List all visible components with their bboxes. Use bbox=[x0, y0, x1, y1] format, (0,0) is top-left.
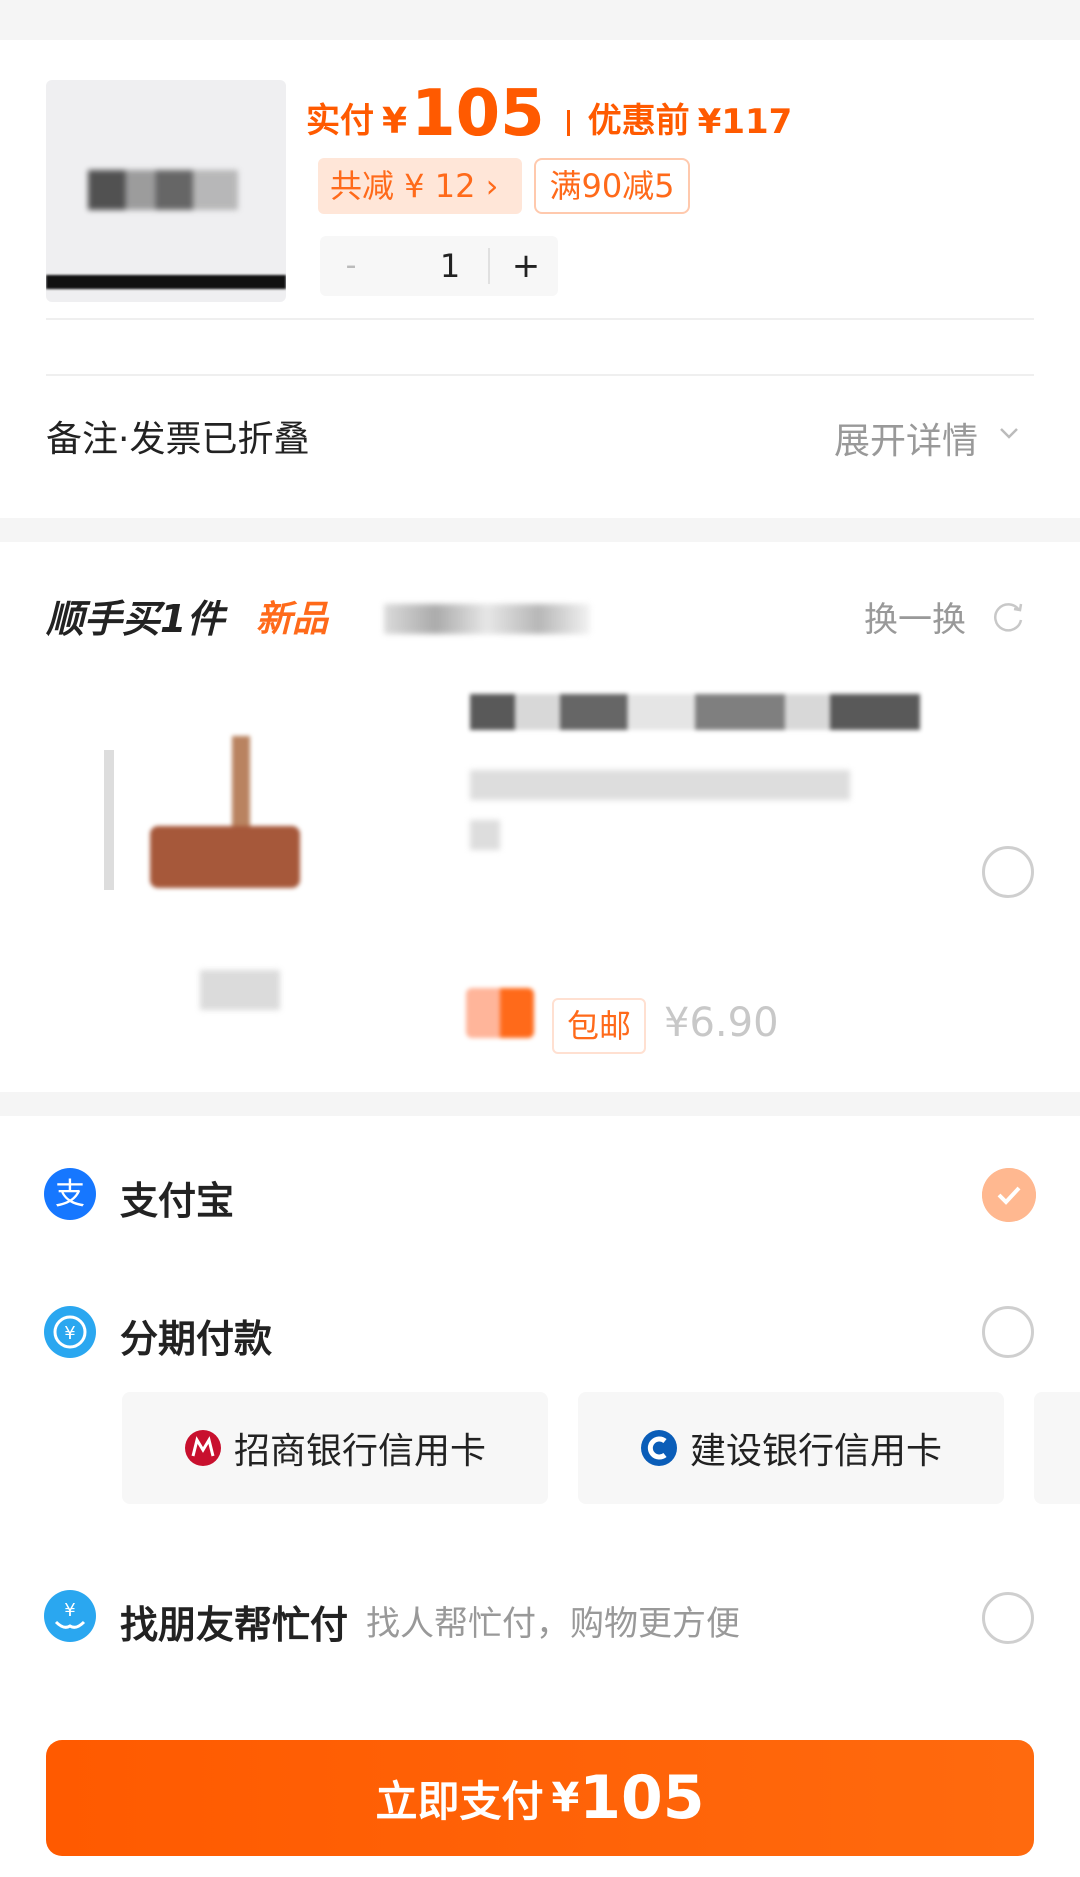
bank-option-more[interactable] bbox=[1034, 1392, 1080, 1504]
quantity-divider bbox=[488, 248, 490, 284]
svg-text:¥: ¥ bbox=[64, 1600, 75, 1621]
product-thumbnail[interactable] bbox=[46, 80, 286, 302]
item-subtitle-blur bbox=[470, 820, 500, 850]
item-select-radio[interactable] bbox=[982, 846, 1034, 898]
section-gap bbox=[0, 1092, 1080, 1116]
bank-option-cmb[interactable]: 招商银行信用卡 bbox=[122, 1392, 548, 1504]
svg-text:支: 支 bbox=[55, 1177, 85, 1212]
bank-label: 建设银行信用卡 bbox=[689, 1431, 942, 1472]
svg-text:¥: ¥ bbox=[64, 1323, 75, 1344]
friend-pay-label[interactable]: 找朋友帮忙付 bbox=[120, 1594, 348, 1649]
pre-discount-label: 优惠前 bbox=[587, 101, 690, 141]
check-icon[interactable] bbox=[982, 1168, 1036, 1222]
item-price: ¥6.90 bbox=[664, 1000, 779, 1046]
pay-button-label: 立即支付 bbox=[375, 1776, 544, 1826]
full-reduction-tag: 满90减5 bbox=[534, 158, 690, 214]
alipay-icon: 支 bbox=[44, 1168, 96, 1220]
quantity-value: 1 bbox=[439, 247, 461, 285]
pay-button-currency: ¥ bbox=[551, 1775, 580, 1821]
installment-icon: ¥ bbox=[44, 1306, 96, 1358]
bank-label: 招商银行信用卡 bbox=[233, 1431, 486, 1472]
cmb-logo-icon bbox=[184, 1430, 221, 1466]
top-strip bbox=[0, 0, 1080, 40]
note-invoice-label: 备注·发票已折叠 bbox=[46, 419, 310, 460]
bank-option-ccb[interactable]: 建设银行信用卡 bbox=[578, 1392, 1004, 1504]
installment-radio[interactable] bbox=[982, 1306, 1034, 1358]
free-shipping-badge: 包邮 bbox=[552, 998, 646, 1054]
quantity-minus-button[interactable]: - bbox=[336, 251, 366, 282]
image-blur bbox=[150, 826, 300, 888]
quantity-stepper: - 1 + bbox=[320, 236, 558, 296]
pay-now-button[interactable]: 立即支付 ¥ 105 bbox=[46, 1740, 1034, 1856]
new-tag: 新品 bbox=[256, 599, 329, 640]
installment-label[interactable]: 分期付款 bbox=[120, 1308, 272, 1363]
actual-pay-currency: ¥ bbox=[382, 101, 408, 142]
price-line: 实付 ¥ 105 优惠前 ¥117 bbox=[306, 70, 792, 150]
ccb-logo-icon bbox=[640, 1430, 677, 1466]
alipay-label[interactable]: 支付宝 bbox=[120, 1170, 234, 1225]
discount-tag[interactable]: 共减 ¥ 12 › bbox=[318, 158, 522, 214]
item-title-blur[interactable] bbox=[470, 694, 920, 730]
swap-button[interactable]: 换一换 bbox=[864, 592, 966, 641]
friend-pay-icon: ¥ bbox=[44, 1590, 96, 1642]
shop-logo bbox=[466, 988, 534, 1038]
actual-pay-amount: 105 bbox=[411, 77, 545, 151]
friend-pay-desc: 找人帮忙付，购物更方便 bbox=[366, 1604, 740, 1644]
image-blur bbox=[104, 750, 114, 890]
expand-details-link[interactable]: 展开详情 bbox=[834, 412, 978, 464]
buy-more-subtitle-blur bbox=[384, 604, 590, 634]
actual-pay-label: 实付 bbox=[306, 101, 374, 141]
item-subtitle-blur bbox=[470, 770, 850, 800]
refresh-icon[interactable] bbox=[988, 596, 1028, 636]
divider bbox=[46, 318, 1034, 320]
section-gap bbox=[0, 518, 1080, 542]
chevron-down-icon[interactable] bbox=[996, 420, 1022, 446]
buy-more-title: 顺手买1件 bbox=[46, 597, 225, 641]
pay-button-amount: 105 bbox=[579, 1763, 705, 1833]
friend-pay-radio[interactable] bbox=[982, 1592, 1034, 1644]
pre-discount-amount: ¥117 bbox=[697, 102, 793, 142]
quantity-plus-button[interactable]: + bbox=[494, 236, 558, 296]
divider bbox=[46, 374, 1034, 376]
recommended-item-image[interactable] bbox=[80, 720, 340, 1040]
thumbnail-blur-bar bbox=[46, 275, 286, 289]
price-separator bbox=[566, 110, 570, 136]
image-blur bbox=[200, 970, 280, 1010]
thumbnail-blur bbox=[88, 170, 238, 210]
